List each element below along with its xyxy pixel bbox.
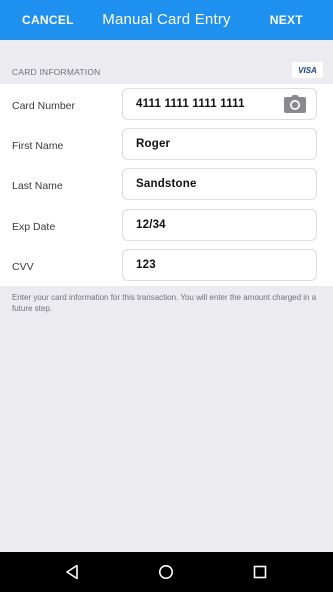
camera-icon[interactable]	[284, 95, 306, 113]
home-icon[interactable]	[158, 564, 174, 580]
card-number-label: Card Number	[12, 100, 76, 112]
card-number-row: Card Number 4111 1111 1111 1111	[0, 86, 333, 126]
card-number-field[interactable]: 4111 1111 1111 1111	[122, 88, 317, 120]
card-form: Card Number 4111 1111 1111 1111 First Na…	[0, 84, 333, 286]
section-header: CARD INFORMATION	[12, 67, 101, 77]
last-name-label: Last Name	[12, 180, 63, 192]
visa-card-brand-badge: VISA	[292, 62, 323, 78]
first-name-field[interactable]: Roger	[122, 128, 317, 160]
next-button[interactable]: NEXT	[270, 13, 303, 27]
cvv-value: 123	[136, 259, 156, 271]
cvv-row: CVV 123	[0, 247, 333, 287]
exp-date-value: 12/34	[136, 219, 166, 231]
exp-date-field[interactable]: 12/34	[122, 209, 317, 241]
exp-date-label: Exp Date	[12, 221, 56, 233]
exp-date-row: Exp Date 12/34	[0, 207, 333, 247]
recents-icon[interactable]	[252, 564, 268, 580]
entry-hint-text: Enter your card information for this tra…	[12, 293, 317, 313]
system-navigation-bar	[0, 552, 333, 592]
cvv-field[interactable]: 123	[122, 249, 317, 281]
last-name-row: Last Name Sandstone	[0, 166, 333, 206]
first-name-label: First Name	[12, 140, 64, 152]
last-name-value: Sandstone	[136, 178, 197, 190]
card-number-value: 4111 1111 1111 1111	[136, 98, 245, 110]
last-name-field[interactable]: Sandstone	[122, 168, 317, 200]
cvv-label: CVV	[12, 261, 34, 273]
first-name-row: First Name Roger	[0, 126, 333, 166]
manual-card-entry-screen: CANCEL Manual Card Entry NEXT CARD INFOR…	[0, 0, 333, 592]
top-app-bar: CANCEL Manual Card Entry NEXT	[0, 0, 333, 40]
back-icon[interactable]	[64, 564, 80, 580]
first-name-value: Roger	[136, 138, 171, 150]
